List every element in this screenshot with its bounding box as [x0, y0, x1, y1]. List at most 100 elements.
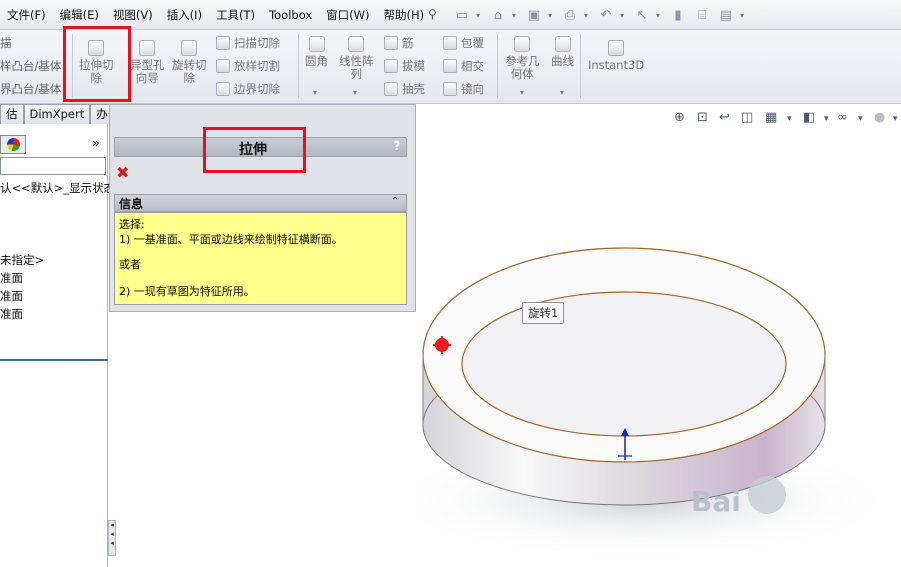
- mirror-button[interactable]: 镜向: [443, 81, 484, 97]
- highlight-box-title: [203, 127, 306, 173]
- tab-evaluate[interactable]: 估: [0, 104, 24, 124]
- dropdown-icon[interactable]: ▾: [584, 11, 592, 20]
- menu-help[interactable]: 帮助(H): [377, 7, 432, 23]
- pin-icon[interactable]: ⚲: [428, 7, 442, 21]
- dropdown-icon[interactable]: ▾: [824, 114, 829, 124]
- dropdown-icon[interactable]: ▾: [656, 11, 664, 20]
- hole-wizard-button[interactable]: 异型孔 向导: [130, 40, 165, 85]
- linear-pattern-dropdown-icon[interactable]: ▾: [353, 88, 357, 97]
- intersect-icon: [443, 59, 457, 73]
- save-icon[interactable]: ▣: [524, 6, 544, 24]
- menu-window[interactable]: 窗口(W): [319, 7, 376, 23]
- model-ring-drawing: [417, 247, 900, 560]
- collapse-icon[interactable]: ⌃: [391, 196, 399, 207]
- shell-button[interactable]: 抽壳: [384, 81, 425, 97]
- dropdown-icon[interactable]: ▾: [476, 11, 484, 20]
- expand-chevron-icon[interactable]: »: [92, 136, 100, 150]
- revolve-cut-icon: [181, 40, 198, 56]
- info-line: 2) 一现有草图为特征所用。: [119, 285, 255, 298]
- dropdown-icon[interactable]: ▾: [620, 11, 628, 20]
- sweep-cut-button[interactable]: 扫描切除: [216, 35, 280, 51]
- info-line: 或者: [119, 258, 141, 271]
- rib-button[interactable]: 筋: [384, 35, 414, 51]
- file-properties-icon[interactable]: ⌸: [692, 6, 712, 24]
- dropdown-icon[interactable]: ▾: [858, 114, 863, 124]
- wrap-button[interactable]: 包覆: [443, 35, 484, 51]
- rebuild-icon[interactable]: ▮: [668, 6, 688, 24]
- menu-toolbox[interactable]: Toolbox: [262, 8, 319, 22]
- edit-appearance-icon[interactable]: ●: [874, 110, 885, 125]
- undo-icon[interactable]: ↶: [596, 6, 616, 24]
- options-icon[interactable]: ▤: [716, 6, 736, 24]
- fillet-button[interactable]: 圆角: [305, 36, 328, 68]
- dropdown-icon[interactable]: ▾: [893, 114, 898, 124]
- display-style-icon[interactable]: ◧: [803, 110, 815, 125]
- menu-bar: 文件(F) 编辑(E) 视图(V) 插入(I) 工具(T) Toolbox 窗口…: [0, 0, 901, 30]
- dropdown-icon[interactable]: ▾: [512, 11, 520, 20]
- loft-cut-label: 放样切割: [234, 59, 280, 73]
- graphics-viewport[interactable]: [417, 104, 901, 567]
- print-icon[interactable]: ⎙: [560, 6, 580, 24]
- tree-item-plane[interactable]: 准面: [0, 306, 23, 322]
- dropdown-icon[interactable]: ▾: [548, 11, 556, 20]
- open-folder-icon[interactable]: ⌂: [488, 6, 508, 24]
- fillet-dropdown-icon[interactable]: ▾: [313, 88, 317, 97]
- tree-item-material[interactable]: 未指定>: [0, 252, 44, 268]
- menu-view[interactable]: 视图(V): [106, 7, 160, 23]
- tree-item-plane[interactable]: 准面: [0, 288, 23, 304]
- fillet-label: 圆角: [305, 54, 328, 68]
- linear-pattern-button[interactable]: 线性阵 列: [339, 36, 374, 81]
- info-section-title: 信息: [119, 197, 144, 211]
- select-cursor-icon[interactable]: ↖: [632, 6, 652, 24]
- help-button[interactable]: ?: [390, 139, 404, 154]
- menu-edit[interactable]: 编辑(E): [53, 7, 106, 23]
- wrap-icon: [443, 36, 457, 50]
- fillet-icon: [308, 36, 325, 52]
- ribbon-partial-label[interactable]: 描: [0, 35, 12, 51]
- ribbon-separator: [497, 34, 498, 98]
- menu-file[interactable]: 文件(F): [0, 7, 53, 23]
- loft-cut-button[interactable]: 放样切割: [216, 58, 280, 74]
- ribbon-partial-label[interactable]: 样凸台/基体: [0, 58, 61, 74]
- view-orientation-icon[interactable]: ▦: [765, 110, 777, 125]
- instant3d-icon: [608, 40, 625, 56]
- tab-dimxpert[interactable]: DimXpert: [23, 104, 91, 124]
- curves-button[interactable]: 曲线: [551, 36, 574, 68]
- intersect-button[interactable]: 相交: [443, 58, 484, 74]
- appearance-tab-button[interactable]: [0, 135, 26, 154]
- new-document-icon[interactable]: ▭: [452, 6, 472, 24]
- section-view-icon[interactable]: ◫: [741, 110, 753, 125]
- boundary-cut-icon: [216, 82, 230, 96]
- reference-geometry-dropdown-icon[interactable]: ▾: [520, 88, 524, 97]
- menu-insert[interactable]: 插入(I): [160, 7, 209, 23]
- ribbon-partial-label[interactable]: 界凸台/基体: [0, 81, 61, 97]
- sweep-cut-label: 扫描切除: [234, 36, 280, 50]
- rollback-bar[interactable]: [0, 359, 108, 361]
- menu-tools[interactable]: 工具(T): [209, 7, 262, 23]
- panel-splitter[interactable]: ◂ ◂ ◂: [108, 520, 116, 556]
- wrap-label: 包覆: [461, 36, 484, 50]
- tree-filter-input[interactable]: [0, 157, 106, 175]
- instant3d-button[interactable]: Instant3D: [588, 40, 644, 72]
- dropdown-icon[interactable]: ▾: [787, 114, 792, 124]
- instant3d-label: Instant3D: [588, 58, 645, 72]
- loft-cut-icon: [216, 59, 230, 73]
- revolve-cut-button[interactable]: 旋转切 除: [172, 40, 207, 85]
- reference-geometry-button[interactable]: 参考几 何体: [505, 36, 540, 81]
- hide-show-items-icon[interactable]: ∞: [837, 110, 848, 125]
- tree-item-display-state[interactable]: 认<<默认>_显示状态: [0, 180, 115, 196]
- zoom-to-area-icon[interactable]: ⊡: [697, 110, 708, 125]
- curves-dropdown-icon[interactable]: ▾: [560, 88, 564, 97]
- previous-view-icon[interactable]: ↩: [719, 110, 730, 125]
- tree-item-plane[interactable]: 准面: [0, 270, 23, 286]
- boundary-cut-button[interactable]: 边界切除: [216, 81, 280, 97]
- dropdown-icon[interactable]: ▾: [740, 11, 748, 20]
- reference-geometry-label: 参考几 何体: [505, 54, 540, 81]
- draft-label: 拔模: [402, 59, 425, 73]
- ribbon-separator: [298, 34, 299, 98]
- cancel-icon[interactable]: ✖: [116, 163, 129, 182]
- draft-button[interactable]: 拔模: [384, 58, 425, 74]
- info-section-header[interactable]: [114, 194, 407, 212]
- zoom-to-fit-icon[interactable]: ⊕: [674, 110, 685, 125]
- shell-label: 抽壳: [402, 82, 425, 96]
